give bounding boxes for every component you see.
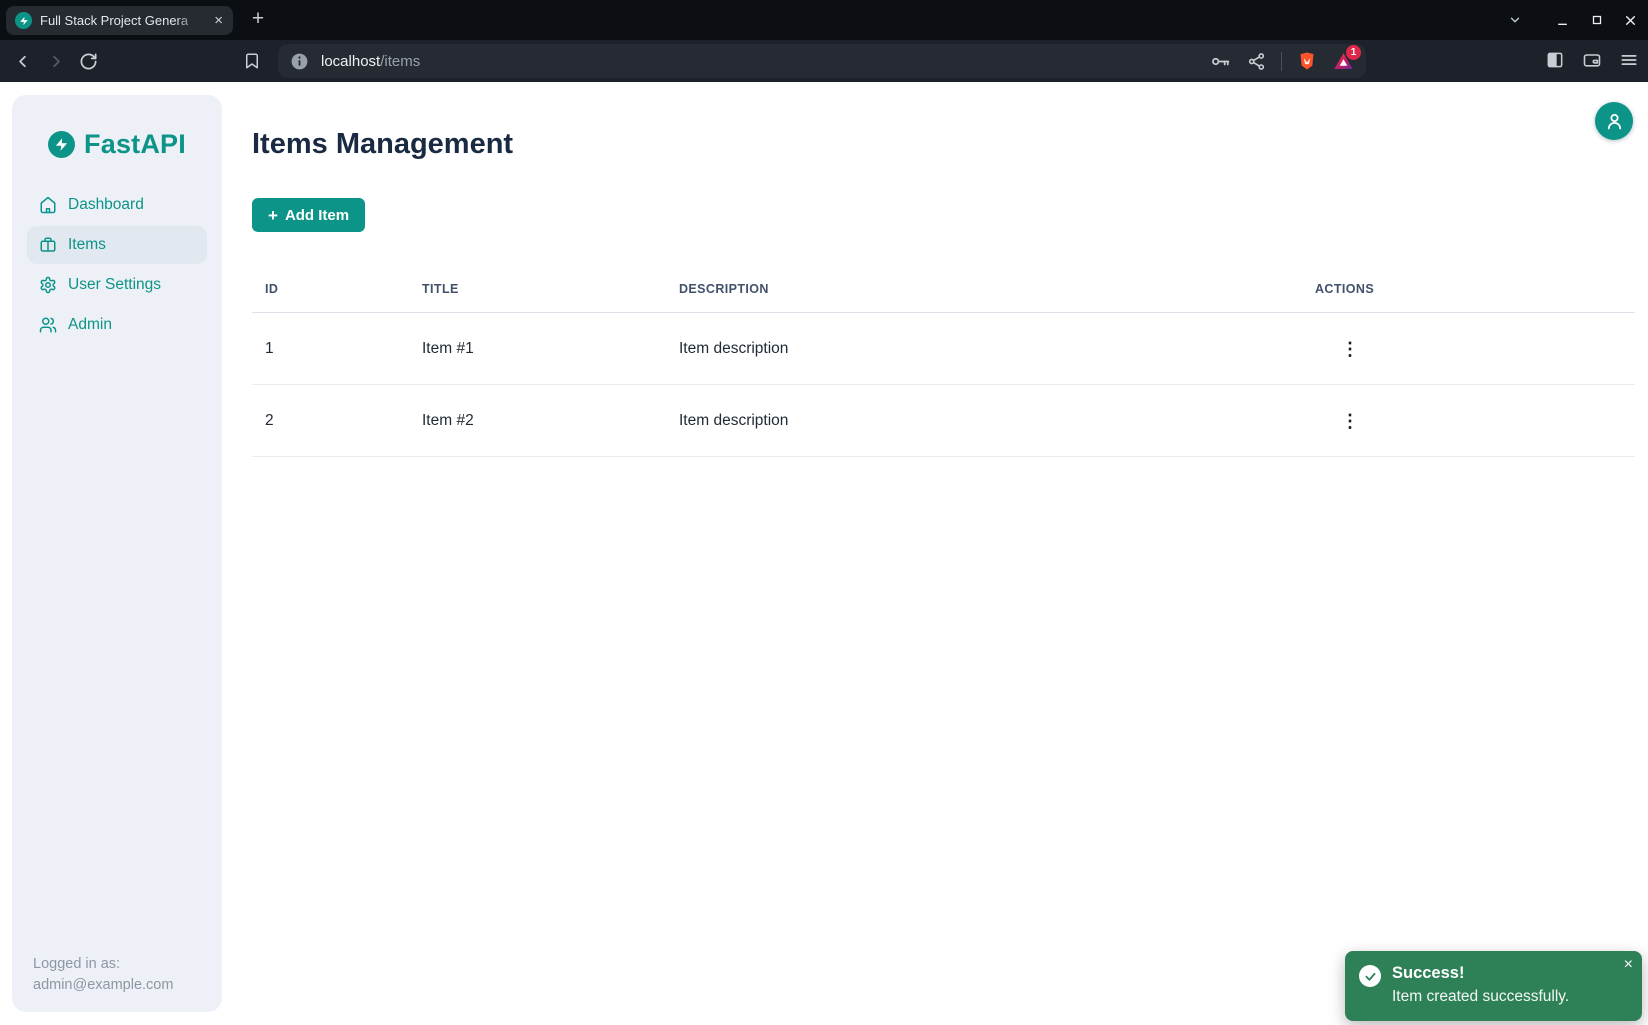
cell-description: Item description — [679, 385, 1315, 457]
sidebar-item-items[interactable]: Items — [27, 226, 207, 264]
page-content: FastAPI Dashboard Items User Settings Ad… — [0, 82, 1648, 1025]
share-icon[interactable] — [1245, 50, 1267, 72]
users-icon — [39, 316, 57, 334]
home-icon — [39, 196, 57, 214]
back-button[interactable] — [10, 49, 34, 73]
url-path: /items — [380, 53, 420, 70]
row-actions-menu-button[interactable]: ⋮ — [1335, 338, 1365, 360]
column-header-id: ID — [252, 270, 422, 313]
address-bar[interactable]: localhost/items 1 — [278, 44, 1366, 78]
cell-description: Item description — [679, 313, 1315, 385]
window-maximize-button[interactable] — [1589, 13, 1604, 28]
site-info-icon[interactable] — [290, 52, 309, 71]
cell-id: 2 — [252, 385, 422, 457]
items-table: ID TITLE DESCRIPTION ACTIONS 1 Item #1 I… — [252, 270, 1635, 457]
briefcase-icon — [39, 236, 57, 254]
plus-icon: + — [268, 207, 278, 224]
logged-in-info: Logged in as: admin@example.com — [33, 954, 173, 996]
sidebar: FastAPI Dashboard Items User Settings Ad… — [12, 95, 222, 1012]
success-toast: Success! Item created successfully. × — [1345, 951, 1642, 1021]
row-actions-menu-button[interactable]: ⋮ — [1335, 410, 1365, 432]
rewards-notification-badge: 1 — [1346, 45, 1361, 60]
window-close-button[interactable] — [1623, 13, 1638, 28]
urlbar-divider — [1281, 52, 1282, 71]
column-header-title: TITLE — [422, 270, 679, 313]
app-logo-text: FastAPI — [84, 129, 186, 160]
tab-close-icon[interactable]: × — [211, 12, 226, 29]
side-panel-icon[interactable] — [1544, 49, 1566, 71]
new-tab-button[interactable]: + — [246, 8, 270, 32]
logged-in-label: Logged in as: — [33, 954, 173, 975]
window-controls — [1507, 0, 1638, 40]
url-host: localhost — [321, 53, 380, 70]
user-avatar-icon — [1604, 111, 1625, 132]
reload-button[interactable] — [76, 49, 100, 73]
table-header-row: ID TITLE DESCRIPTION ACTIONS — [252, 270, 1635, 313]
toolbar-right-icons — [1544, 49, 1640, 71]
fastapi-favicon-icon — [15, 12, 32, 29]
user-avatar-button[interactable] — [1595, 102, 1633, 140]
table-row: 1 Item #1 Item description ⋮ — [252, 313, 1635, 385]
tab-title: Full Stack Project Genera — [40, 13, 203, 29]
sidebar-item-label: Dashboard — [68, 196, 144, 214]
brave-rewards-icon[interactable]: 1 — [1332, 50, 1354, 72]
toast-message: Item created successfully. — [1392, 988, 1569, 1006]
column-header-actions: ACTIONS — [1315, 270, 1635, 313]
sidebar-item-label: Items — [68, 236, 106, 254]
app-logo: FastAPI — [12, 95, 222, 160]
items-table-wrap: ID TITLE DESCRIPTION ACTIONS 1 Item #1 I… — [252, 270, 1635, 457]
password-key-icon[interactable] — [1209, 50, 1231, 72]
sidebar-nav: Dashboard Items User Settings Admin — [12, 186, 222, 344]
forward-button[interactable] — [44, 49, 68, 73]
sidebar-item-label: Admin — [68, 316, 112, 334]
cell-actions: ⋮ — [1315, 313, 1635, 385]
page-title: Items Management — [252, 128, 513, 161]
check-circle-icon — [1359, 965, 1381, 987]
menu-hamburger-icon[interactable] — [1618, 49, 1640, 71]
fastapi-bolt-icon — [48, 131, 75, 158]
browser-tab-strip: Full Stack Project Genera × + — [0, 0, 1648, 40]
table-row: 2 Item #2 Item description ⋮ — [252, 385, 1635, 457]
url-text: localhost/items — [321, 53, 420, 70]
toast-close-icon[interactable]: × — [1624, 957, 1633, 973]
logged-in-email: admin@example.com — [33, 975, 173, 996]
toast-title: Success! — [1392, 964, 1569, 983]
sidebar-item-user-settings[interactable]: User Settings — [27, 266, 207, 304]
tab-search-chevron-icon[interactable] — [1507, 13, 1522, 28]
cell-id: 1 — [252, 313, 422, 385]
window-minimize-button[interactable] — [1555, 13, 1570, 28]
gear-icon — [39, 276, 57, 294]
add-item-button[interactable]: + Add Item — [252, 198, 365, 232]
cell-actions: ⋮ — [1315, 385, 1635, 457]
sidebar-item-dashboard[interactable]: Dashboard — [27, 186, 207, 224]
browser-tab[interactable]: Full Stack Project Genera × — [6, 6, 233, 35]
bookmark-icon[interactable] — [240, 49, 264, 73]
brave-shield-icon[interactable] — [1296, 50, 1318, 72]
browser-toolbar: localhost/items 1 — [0, 40, 1648, 82]
column-header-description: DESCRIPTION — [679, 270, 1315, 313]
toast-body: Success! Item created successfully. — [1392, 964, 1569, 1009]
add-item-label: Add Item — [285, 207, 349, 224]
sidebar-item-admin[interactable]: Admin — [27, 306, 207, 344]
sidebar-item-label: User Settings — [68, 276, 161, 294]
wallet-icon[interactable] — [1581, 49, 1603, 71]
cell-title: Item #2 — [422, 385, 679, 457]
cell-title: Item #1 — [422, 313, 679, 385]
